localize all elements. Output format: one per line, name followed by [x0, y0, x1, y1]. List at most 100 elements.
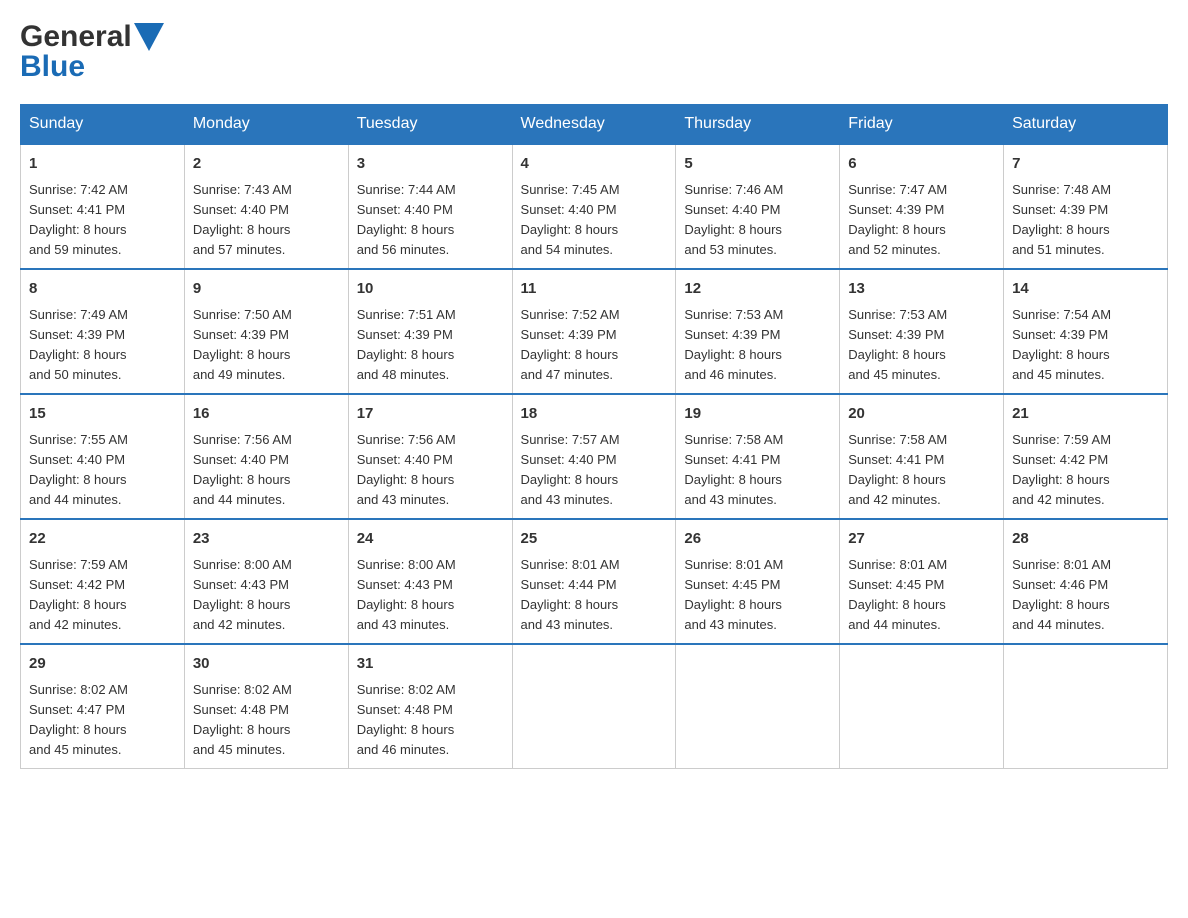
- day-info: Sunrise: 7:53 AM Sunset: 4:39 PM Dayligh…: [848, 305, 995, 386]
- column-header-tuesday: Tuesday: [348, 105, 512, 145]
- day-info: Sunrise: 7:44 AM Sunset: 4:40 PM Dayligh…: [357, 180, 504, 261]
- day-number: 15: [29, 403, 176, 426]
- day-info: Sunrise: 7:48 AM Sunset: 4:39 PM Dayligh…: [1012, 180, 1159, 261]
- calendar-cell: 23 Sunrise: 8:00 AM Sunset: 4:43 PM Dayl…: [184, 519, 348, 644]
- calendar-cell: 22 Sunrise: 7:59 AM Sunset: 4:42 PM Dayl…: [21, 519, 185, 644]
- day-number: 10: [357, 278, 504, 301]
- day-info: Sunrise: 7:56 AM Sunset: 4:40 PM Dayligh…: [193, 430, 340, 511]
- day-info: Sunrise: 8:02 AM Sunset: 4:48 PM Dayligh…: [193, 680, 340, 761]
- day-info: Sunrise: 8:01 AM Sunset: 4:45 PM Dayligh…: [848, 555, 995, 636]
- day-info: Sunrise: 8:00 AM Sunset: 4:43 PM Dayligh…: [357, 555, 504, 636]
- calendar-cell: [512, 644, 676, 769]
- day-number: 8: [29, 278, 176, 301]
- calendar-cell: 17 Sunrise: 7:56 AM Sunset: 4:40 PM Dayl…: [348, 394, 512, 519]
- calendar-table: SundayMondayTuesdayWednesdayThursdayFrid…: [20, 104, 1168, 769]
- calendar-cell: 29 Sunrise: 8:02 AM Sunset: 4:47 PM Dayl…: [21, 644, 185, 769]
- day-info: Sunrise: 7:51 AM Sunset: 4:39 PM Dayligh…: [357, 305, 504, 386]
- day-number: 17: [357, 403, 504, 426]
- calendar-week-row: 22 Sunrise: 7:59 AM Sunset: 4:42 PM Dayl…: [21, 519, 1168, 644]
- day-info: Sunrise: 7:55 AM Sunset: 4:40 PM Dayligh…: [29, 430, 176, 511]
- day-number: 20: [848, 403, 995, 426]
- calendar-cell: 24 Sunrise: 8:00 AM Sunset: 4:43 PM Dayl…: [348, 519, 512, 644]
- day-number: 9: [193, 278, 340, 301]
- day-info: Sunrise: 8:01 AM Sunset: 4:45 PM Dayligh…: [684, 555, 831, 636]
- column-header-friday: Friday: [840, 105, 1004, 145]
- day-number: 6: [848, 153, 995, 176]
- calendar-cell: 15 Sunrise: 7:55 AM Sunset: 4:40 PM Dayl…: [21, 394, 185, 519]
- day-number: 18: [521, 403, 668, 426]
- column-header-saturday: Saturday: [1004, 105, 1168, 145]
- day-number: 4: [521, 153, 668, 176]
- day-info: Sunrise: 7:57 AM Sunset: 4:40 PM Dayligh…: [521, 430, 668, 511]
- day-number: 2: [193, 153, 340, 176]
- calendar-cell: 25 Sunrise: 8:01 AM Sunset: 4:44 PM Dayl…: [512, 519, 676, 644]
- page-header: General Blue: [20, 20, 1168, 84]
- day-number: 24: [357, 528, 504, 551]
- day-info: Sunrise: 8:02 AM Sunset: 4:47 PM Dayligh…: [29, 680, 176, 761]
- calendar-cell: 10 Sunrise: 7:51 AM Sunset: 4:39 PM Dayl…: [348, 269, 512, 394]
- day-info: Sunrise: 7:53 AM Sunset: 4:39 PM Dayligh…: [684, 305, 831, 386]
- day-number: 22: [29, 528, 176, 551]
- day-info: Sunrise: 7:47 AM Sunset: 4:39 PM Dayligh…: [848, 180, 995, 261]
- logo: General Blue: [20, 20, 164, 84]
- day-number: 3: [357, 153, 504, 176]
- day-info: Sunrise: 7:43 AM Sunset: 4:40 PM Dayligh…: [193, 180, 340, 261]
- day-number: 19: [684, 403, 831, 426]
- calendar-cell: 21 Sunrise: 7:59 AM Sunset: 4:42 PM Dayl…: [1004, 394, 1168, 519]
- day-info: Sunrise: 7:49 AM Sunset: 4:39 PM Dayligh…: [29, 305, 176, 386]
- logo-row1: General: [20, 20, 164, 54]
- calendar-cell: 31 Sunrise: 8:02 AM Sunset: 4:48 PM Dayl…: [348, 644, 512, 769]
- calendar-cell: 8 Sunrise: 7:49 AM Sunset: 4:39 PM Dayli…: [21, 269, 185, 394]
- calendar-cell: 9 Sunrise: 7:50 AM Sunset: 4:39 PM Dayli…: [184, 269, 348, 394]
- column-header-wednesday: Wednesday: [512, 105, 676, 145]
- day-info: Sunrise: 7:42 AM Sunset: 4:41 PM Dayligh…: [29, 180, 176, 261]
- calendar-cell: 28 Sunrise: 8:01 AM Sunset: 4:46 PM Dayl…: [1004, 519, 1168, 644]
- calendar-cell: 14 Sunrise: 7:54 AM Sunset: 4:39 PM Dayl…: [1004, 269, 1168, 394]
- day-number: 13: [848, 278, 995, 301]
- calendar-week-row: 15 Sunrise: 7:55 AM Sunset: 4:40 PM Dayl…: [21, 394, 1168, 519]
- calendar-header-row: SundayMondayTuesdayWednesdayThursdayFrid…: [21, 105, 1168, 145]
- day-number: 27: [848, 528, 995, 551]
- calendar-cell: [1004, 644, 1168, 769]
- day-number: 12: [684, 278, 831, 301]
- calendar-cell: 30 Sunrise: 8:02 AM Sunset: 4:48 PM Dayl…: [184, 644, 348, 769]
- calendar-week-row: 29 Sunrise: 8:02 AM Sunset: 4:47 PM Dayl…: [21, 644, 1168, 769]
- logo-arrow-icon: [134, 23, 164, 51]
- day-info: Sunrise: 7:45 AM Sunset: 4:40 PM Dayligh…: [521, 180, 668, 261]
- day-info: Sunrise: 7:54 AM Sunset: 4:39 PM Dayligh…: [1012, 305, 1159, 386]
- calendar-cell: 6 Sunrise: 7:47 AM Sunset: 4:39 PM Dayli…: [840, 144, 1004, 269]
- calendar-cell: 16 Sunrise: 7:56 AM Sunset: 4:40 PM Dayl…: [184, 394, 348, 519]
- column-header-sunday: Sunday: [21, 105, 185, 145]
- day-number: 25: [521, 528, 668, 551]
- calendar-cell: 19 Sunrise: 7:58 AM Sunset: 4:41 PM Dayl…: [676, 394, 840, 519]
- day-number: 11: [521, 278, 668, 301]
- day-info: Sunrise: 8:02 AM Sunset: 4:48 PM Dayligh…: [357, 680, 504, 761]
- day-number: 26: [684, 528, 831, 551]
- day-info: Sunrise: 7:46 AM Sunset: 4:40 PM Dayligh…: [684, 180, 831, 261]
- day-info: Sunrise: 8:01 AM Sunset: 4:46 PM Dayligh…: [1012, 555, 1159, 636]
- column-header-monday: Monday: [184, 105, 348, 145]
- calendar-cell: 18 Sunrise: 7:57 AM Sunset: 4:40 PM Dayl…: [512, 394, 676, 519]
- calendar-cell: [840, 644, 1004, 769]
- day-info: Sunrise: 7:59 AM Sunset: 4:42 PM Dayligh…: [29, 555, 176, 636]
- calendar-cell: 4 Sunrise: 7:45 AM Sunset: 4:40 PM Dayli…: [512, 144, 676, 269]
- day-number: 5: [684, 153, 831, 176]
- day-number: 31: [357, 653, 504, 676]
- calendar-cell: 12 Sunrise: 7:53 AM Sunset: 4:39 PM Dayl…: [676, 269, 840, 394]
- calendar-cell: 7 Sunrise: 7:48 AM Sunset: 4:39 PM Dayli…: [1004, 144, 1168, 269]
- calendar-cell: 11 Sunrise: 7:52 AM Sunset: 4:39 PM Dayl…: [512, 269, 676, 394]
- calendar-cell: 20 Sunrise: 7:58 AM Sunset: 4:41 PM Dayl…: [840, 394, 1004, 519]
- day-number: 14: [1012, 278, 1159, 301]
- calendar-week-row: 8 Sunrise: 7:49 AM Sunset: 4:39 PM Dayli…: [21, 269, 1168, 394]
- day-info: Sunrise: 8:00 AM Sunset: 4:43 PM Dayligh…: [193, 555, 340, 636]
- column-header-thursday: Thursday: [676, 105, 840, 145]
- calendar-cell: 2 Sunrise: 7:43 AM Sunset: 4:40 PM Dayli…: [184, 144, 348, 269]
- calendar-cell: [676, 644, 840, 769]
- day-number: 1: [29, 153, 176, 176]
- calendar-cell: 26 Sunrise: 8:01 AM Sunset: 4:45 PM Dayl…: [676, 519, 840, 644]
- day-info: Sunrise: 7:56 AM Sunset: 4:40 PM Dayligh…: [357, 430, 504, 511]
- day-info: Sunrise: 8:01 AM Sunset: 4:44 PM Dayligh…: [521, 555, 668, 636]
- day-number: 23: [193, 528, 340, 551]
- day-number: 7: [1012, 153, 1159, 176]
- day-info: Sunrise: 7:58 AM Sunset: 4:41 PM Dayligh…: [684, 430, 831, 511]
